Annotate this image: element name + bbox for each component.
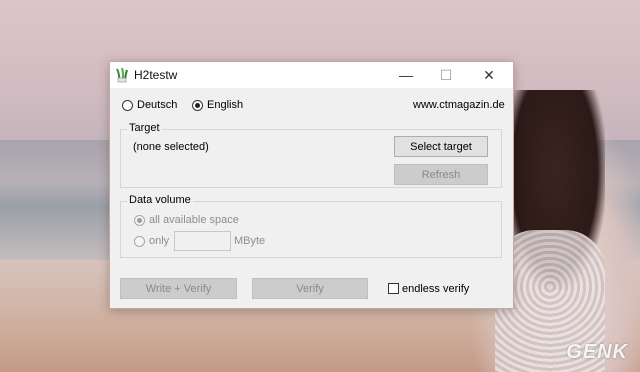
radio-deutsch[interactable]: [122, 100, 133, 111]
h2testw-window: H2testw — ☐ ✕ Deutsch English www.ctmaga…: [109, 61, 514, 309]
radio-only[interactable]: [134, 236, 145, 247]
endless-verify-checkbox[interactable]: [388, 283, 399, 294]
data-volume-group: Data volume all available space only MBy…: [120, 194, 502, 258]
title-bar[interactable]: H2testw — ☐ ✕: [110, 62, 513, 88]
close-icon: ✕: [483, 66, 495, 83]
mbyte-input[interactable]: [174, 231, 231, 251]
watermark-logo: GENK: [566, 341, 628, 363]
radio-english-label[interactable]: English: [207, 99, 243, 111]
app-icon: [115, 67, 129, 83]
target-group: Target (none selected) Select target Ref…: [120, 122, 502, 188]
radio-all-available-space[interactable]: [134, 215, 145, 226]
verify-button[interactable]: Verify: [252, 278, 368, 299]
mbyte-unit-label: MByte: [234, 235, 266, 247]
maximize-button[interactable]: ☐: [426, 62, 466, 88]
minimize-icon: —: [399, 67, 413, 83]
refresh-button[interactable]: Refresh: [394, 164, 488, 185]
radio-deutsch-label[interactable]: Deutsch: [137, 99, 177, 111]
endless-verify-label[interactable]: endless verify: [402, 283, 469, 295]
maximize-icon: ☐: [439, 66, 453, 83]
data-volume-group-title: Data volume: [127, 194, 193, 206]
close-button[interactable]: ✕: [469, 62, 509, 88]
write-verify-button[interactable]: Write + Verify: [120, 278, 237, 299]
radio-english[interactable]: [192, 100, 203, 111]
radio-all-available-space-label[interactable]: all available space: [149, 214, 239, 226]
select-target-button[interactable]: Select target: [394, 136, 488, 157]
target-selection-text: (none selected): [133, 141, 209, 153]
radio-only-label[interactable]: only: [149, 235, 169, 247]
window-title: H2testw: [134, 68, 178, 82]
window-client: Deutsch English www.ctmagazin.de Target …: [110, 88, 513, 308]
minimize-button[interactable]: —: [386, 62, 426, 88]
target-group-title: Target: [127, 122, 162, 134]
website-link[interactable]: www.ctmagazin.de: [413, 99, 505, 111]
